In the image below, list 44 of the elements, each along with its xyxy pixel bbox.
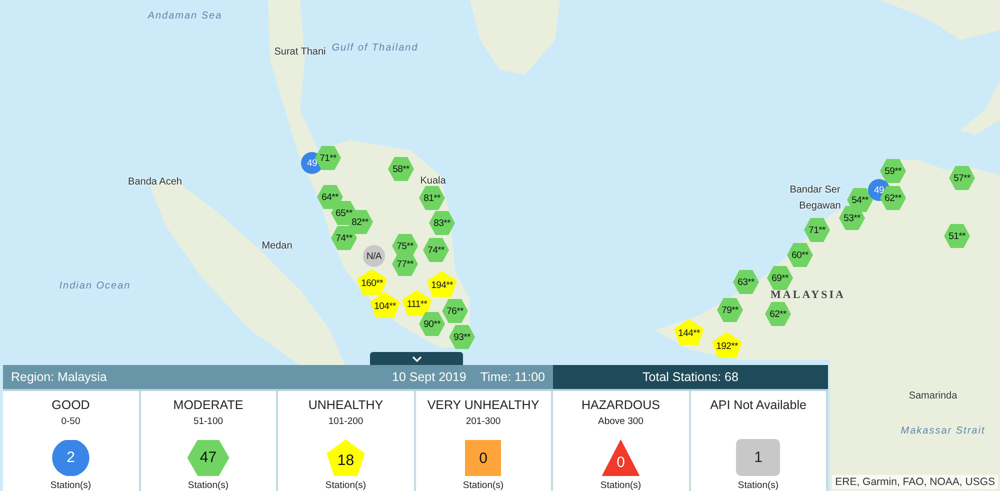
city-label: Banda Aceh	[128, 176, 182, 188]
unit-label: Station(s)	[188, 480, 229, 491]
country-label: MALAYSIA	[770, 289, 846, 301]
collapse-button[interactable]	[370, 352, 463, 365]
time-label: Time: 11:00	[480, 370, 545, 384]
station-marker[interactable]: 63**	[733, 270, 759, 294]
category-range: 51-100	[193, 416, 224, 428]
city-label: Surat Thani	[274, 46, 326, 58]
unit-label: Station(s)	[600, 480, 642, 491]
category-range: 0-50	[61, 416, 80, 428]
sea-label: Gulf of Thailand	[332, 42, 418, 54]
category-range: 101-200	[328, 416, 364, 428]
category-range: Above 300	[598, 416, 644, 428]
sea-label: Makassar Strait	[900, 426, 986, 436]
sea-label: Andaman Sea	[148, 10, 222, 22]
city-label: Medan	[262, 240, 292, 252]
sea-label: Indian Ocean	[59, 280, 131, 292]
station-count-badge: 0	[465, 440, 502, 476]
city-label: Bandar Ser	[790, 184, 840, 196]
station-marker[interactable]: 93**	[449, 325, 475, 349]
chevron-down-icon	[412, 356, 422, 363]
date-label: 10 Sept 2019	[392, 370, 466, 384]
map-attribution: ERE, Garmin, FAO, NOAA, USGS	[832, 475, 998, 489]
region-label: Region: Malaysia	[11, 370, 107, 384]
station-count-badge: 2	[52, 440, 90, 476]
category-name: VERY UNHEALTHY	[427, 398, 540, 412]
category-range: 201-300	[466, 416, 501, 428]
unit-label: Station(s)	[325, 480, 366, 491]
category-name: API Not Available	[710, 398, 806, 412]
city-label: Samarinda	[908, 390, 958, 402]
city-label: Kuala	[420, 176, 446, 186]
station-count-badge: 1	[736, 439, 780, 476]
category-name: UNHEALTHY	[308, 398, 384, 412]
category-name: HAZARDOUS	[582, 398, 660, 412]
category-name: MODERATE	[173, 398, 244, 412]
station-count-badge: 47	[187, 440, 230, 476]
category-name: GOOD	[52, 398, 90, 412]
unit-label: Station(s)	[462, 480, 504, 491]
unit-label: Station(s)	[738, 480, 779, 491]
city-label: Begawan	[799, 200, 841, 212]
station-count-badge: 18	[326, 439, 365, 476]
station-count-badge: 0	[602, 439, 640, 476]
unit-label: Station(s)	[50, 480, 92, 491]
total-stations-label: Total Stations: 68	[642, 370, 738, 384]
